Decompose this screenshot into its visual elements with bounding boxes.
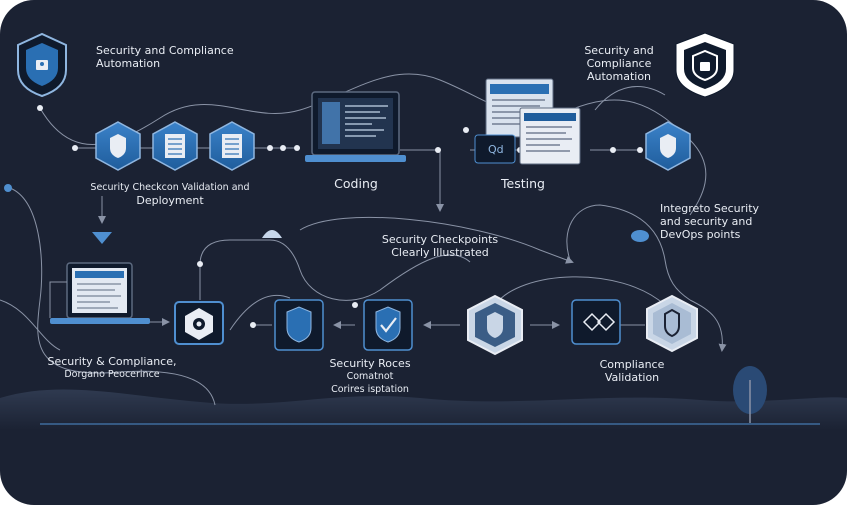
title-top-right: Security and Compliance Automation (584, 44, 654, 83)
shield-logo-right (675, 32, 735, 98)
coding-laptop-icon (305, 91, 406, 162)
shield-box-icon-1 (274, 299, 324, 351)
diagram-canvas: Security and Compliance Automation Securi… (0, 0, 847, 505)
label-security-process: Security Roces Comatnot Corires isptation (329, 357, 411, 395)
gear-box-icon (174, 301, 224, 345)
label-checkpoints: Security Checkpoints Clearly Illustrated (381, 233, 499, 259)
hex-icon-wifi-shield (645, 121, 691, 171)
label-security-compliance: Security & Compliance, Dorgano Peocerince (47, 355, 177, 380)
testing-badge-text: Qd (488, 143, 504, 156)
label-testing: Testing (501, 176, 545, 191)
hex-icon-document-2 (209, 121, 255, 171)
hex-icon-shield (95, 121, 141, 171)
shield-check-box-icon (363, 299, 413, 351)
hex-icon-document-1 (152, 121, 198, 171)
label-compliance-validation: Compliance Validation (599, 358, 665, 384)
compliance-laptop-icon (49, 262, 150, 324)
top-right-curve (594, 86, 666, 111)
hex-shield-icon-right (646, 294, 698, 353)
validation-box-icon (571, 299, 621, 345)
shield-logo-left (17, 32, 67, 98)
hex-shield-icon-mid (467, 294, 523, 356)
label-checkcon-validation: Security Checkcon Validation and Deployme… (90, 182, 250, 207)
label-integrate: Integreto Security and security and DevOps… (660, 202, 760, 241)
label-coding: Coding (334, 176, 378, 191)
title-top-left: Security and Compliance Automation (96, 44, 234, 70)
